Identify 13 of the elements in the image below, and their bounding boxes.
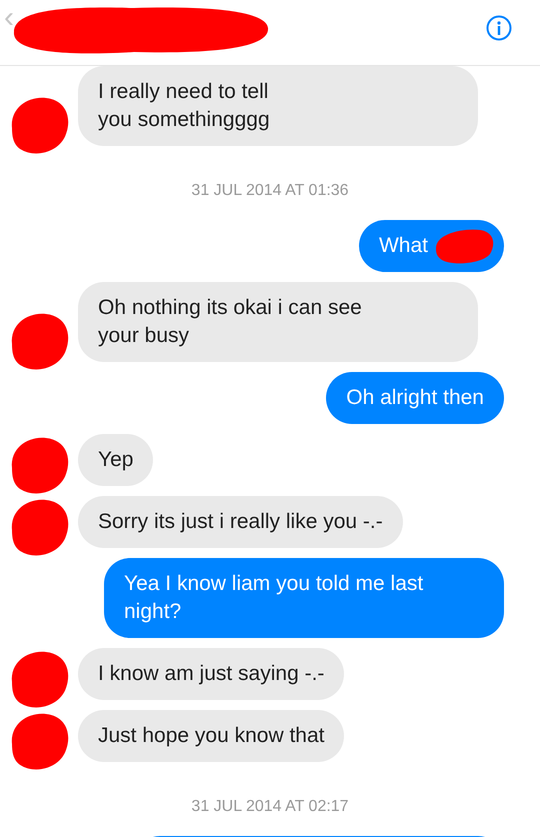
- message-bubble: Oh nothing its okai i can see your busy: [78, 282, 478, 362]
- timestamp: 31 JUL 2014 AT 02:17: [190, 798, 350, 816]
- message-bubble: What: [358, 220, 504, 272]
- message-bubble: I really need to tell you somethingggg: [78, 66, 478, 146]
- message-bubble: Yep: [78, 434, 154, 486]
- message-bubble: Sorry its just i really like you -.-: [78, 496, 403, 548]
- timestamp: 31 JUL 2014 AT 01:36: [190, 182, 350, 200]
- info-icon[interactable]: [486, 14, 512, 40]
- message-bubble: Oh alright then: [326, 372, 504, 424]
- message-bubble: I know am just saying -.-: [78, 648, 344, 700]
- message-bubble: Just hope you know that: [78, 710, 344, 762]
- back-button[interactable]: ‹: [4, 0, 14, 34]
- message-bubble: Yea I know liam you told me last night?: [104, 558, 504, 638]
